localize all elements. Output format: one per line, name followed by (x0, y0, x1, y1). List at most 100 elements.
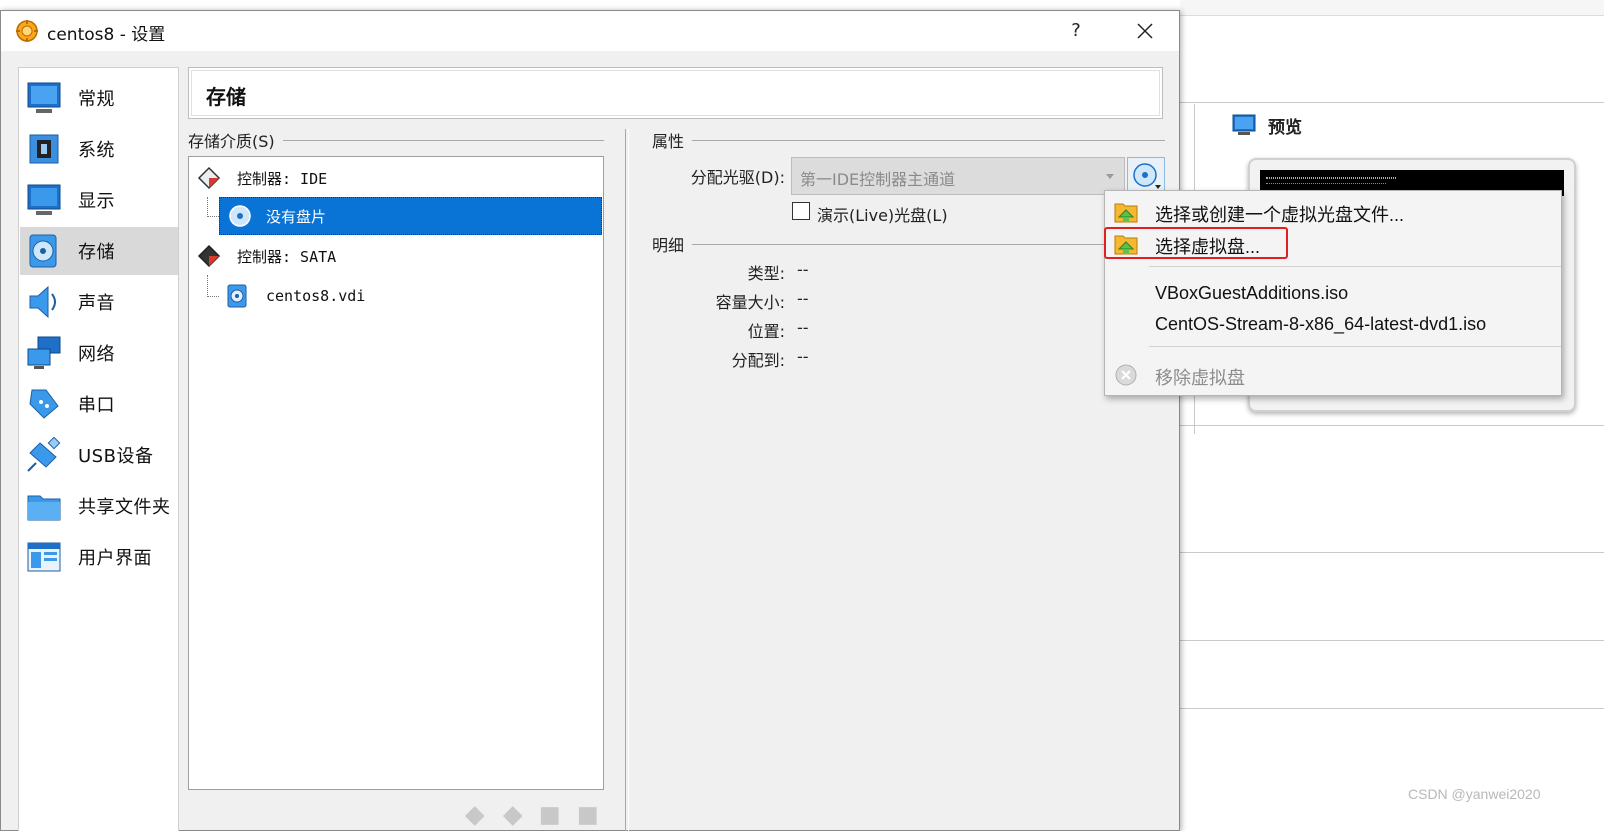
sata-controller-icon (197, 244, 221, 268)
optical-disc-icon (229, 205, 251, 227)
optical-disc-menu-icon (1133, 163, 1161, 189)
display-monitor-icon (27, 184, 61, 215)
tree-item-label: 控制器: SATA (237, 247, 337, 266)
sidebar-item-label: 用户界面 (78, 548, 152, 569)
details-group-label: 明细 (652, 232, 1165, 256)
pane-splitter[interactable] (625, 129, 629, 831)
background-divider (1180, 708, 1604, 709)
background-divider (1180, 552, 1604, 553)
storage-media-label: 存储介质(S) (188, 132, 275, 151)
live-cd-checkbox[interactable] (792, 202, 810, 220)
background-toolbar (1180, 0, 1604, 16)
menu-item-label: 选择或创建一个虚拟光盘文件... (1155, 205, 1405, 225)
sidebar-item-shared-folders[interactable]: 共享文件夹 (20, 482, 178, 530)
detail-type-label: 类型: (747, 264, 785, 283)
settings-dialog: centos8 - 设置 ? 常规 系统 显示 存储 声音 网络 串口 USB设… (0, 10, 1180, 831)
serial-port-icon (29, 389, 59, 419)
title-bar: centos8 - 设置 ? (1, 11, 1179, 51)
close-button[interactable] (1129, 15, 1161, 47)
tree-item-label: 控制器: IDE (237, 169, 328, 188)
preview-monitor-icon (1232, 114, 1256, 135)
remove-attachment-icon[interactable] (574, 802, 602, 830)
menu-item-label: VBoxGuestAdditions.iso (1155, 283, 1349, 303)
tree-item-label: 没有盘片 (266, 207, 327, 226)
tree-item-centos8-vdi[interactable]: centos8.vdi (219, 277, 599, 315)
menu-item-label: CentOS-Stream-8-x86_64-latest-dvd1.iso (1155, 314, 1487, 334)
sidebar-item-audio[interactable]: 声音 (20, 278, 178, 326)
folder-disk-icon (1114, 203, 1138, 223)
details-label: 明细 (652, 236, 685, 255)
add-controller-icon[interactable] (461, 802, 489, 830)
sidebar-item-display[interactable]: 显示 (20, 176, 178, 224)
tree-item-label: centos8.vdi (266, 287, 366, 305)
sidebar-item-system[interactable]: 系统 (20, 125, 178, 173)
sidebar-item-serial[interactable]: 串口 (20, 380, 178, 428)
sidebar-item-general[interactable]: 常规 (20, 74, 178, 122)
chevron-down-icon (1106, 174, 1114, 179)
tree-connector (207, 197, 219, 217)
storage-disk-icon (29, 234, 57, 268)
remove-disk-icon (1115, 364, 1137, 386)
background-divider (1180, 640, 1604, 641)
background-divider (1180, 425, 1604, 426)
user-interface-icon (27, 542, 61, 572)
sidebar-item-label: 网络 (78, 344, 115, 365)
system-chip-icon (29, 134, 59, 164)
optical-drive-value: 第一IDE控制器主通道 (800, 170, 956, 189)
window-title: centos8 - 设置 (47, 25, 166, 45)
preview-section-header: 预览 (1232, 112, 1302, 138)
attributes-label: 属性 (652, 132, 685, 151)
audio-speaker-icon (29, 285, 56, 319)
group-divider (282, 139, 604, 141)
optical-drive-label: 分配光驱(D): (690, 168, 785, 187)
network-icon (27, 336, 61, 369)
sidebar-item-label: 存储 (78, 242, 115, 263)
close-icon (1137, 23, 1153, 39)
live-cd-label: 演示(Live)光盘(L) (817, 206, 948, 225)
sidebar-item-label: 串口 (78, 395, 115, 416)
detail-size-value: -- (797, 289, 809, 308)
sidebar-item-label: 共享文件夹 (78, 497, 171, 518)
menu-item-vboxguestadditions-iso[interactable]: VBoxGuestAdditions.iso (1105, 279, 1561, 309)
sidebar-item-label: 声音 (78, 293, 115, 314)
storage-tree[interactable]: 控制器: IDE 没有盘片 控制器: SATA centos8.vdi (188, 156, 604, 790)
storage-media-group-label: 存储介质(S) (188, 128, 604, 152)
sidebar-item-user-interface[interactable]: 用户界面 (20, 533, 178, 581)
optical-drive-select[interactable]: 第一IDE控制器主通道 (791, 157, 1125, 195)
help-button[interactable]: ? (1061, 15, 1091, 47)
background-divider (1180, 102, 1604, 103)
sidebar-item-label: 常规 (78, 89, 115, 110)
sidebar-item-storage[interactable]: 存储 (20, 227, 178, 275)
detail-attached-label: 分配到: (731, 351, 785, 370)
tree-connector (207, 275, 219, 297)
page-header: 存储 (188, 67, 1163, 119)
page-title: 存储 (206, 85, 246, 109)
sidebar-item-usb[interactable]: USB设备 (20, 431, 178, 479)
tree-item-ide-controller[interactable]: 控制器: IDE (197, 159, 597, 197)
remove-controller-icon[interactable] (499, 802, 527, 830)
detail-location-label: 位置: (747, 322, 785, 341)
annotation-highlight-box (1104, 227, 1288, 259)
watermark: CSDN @yanwei2020 (1408, 786, 1541, 802)
add-attachment-icon[interactable] (536, 802, 564, 830)
ide-controller-icon (197, 166, 221, 190)
attributes-group-label: 属性 (652, 128, 1165, 152)
menu-separator (1149, 346, 1561, 347)
detail-type-value: -- (797, 260, 809, 279)
detail-location-value: -- (797, 318, 809, 337)
preview-title: 预览 (1268, 117, 1302, 138)
sidebar-item-label: USB设备 (78, 446, 154, 467)
sidebar-item-label: 显示 (78, 191, 115, 212)
menu-item-centos-stream-iso[interactable]: CentOS-Stream-8-x86_64-latest-dvd1.iso (1105, 310, 1561, 340)
menu-separator (1149, 266, 1561, 267)
tree-item-empty-optical[interactable]: 没有盘片 (219, 197, 602, 235)
general-monitor-icon (27, 82, 61, 113)
group-divider (692, 139, 1165, 141)
group-divider (692, 243, 1165, 245)
hard-disk-icon (227, 284, 247, 308)
tree-item-sata-controller[interactable]: 控制器: SATA (197, 237, 597, 275)
storage-tree-toolbar (461, 796, 601, 831)
sidebar-item-network[interactable]: 网络 (20, 329, 178, 377)
menu-item-choose-create-optical[interactable]: 选择或创建一个虚拟光盘文件... (1105, 197, 1561, 227)
menu-item-remove-disk: 移除虚拟盘 (1105, 360, 1561, 390)
